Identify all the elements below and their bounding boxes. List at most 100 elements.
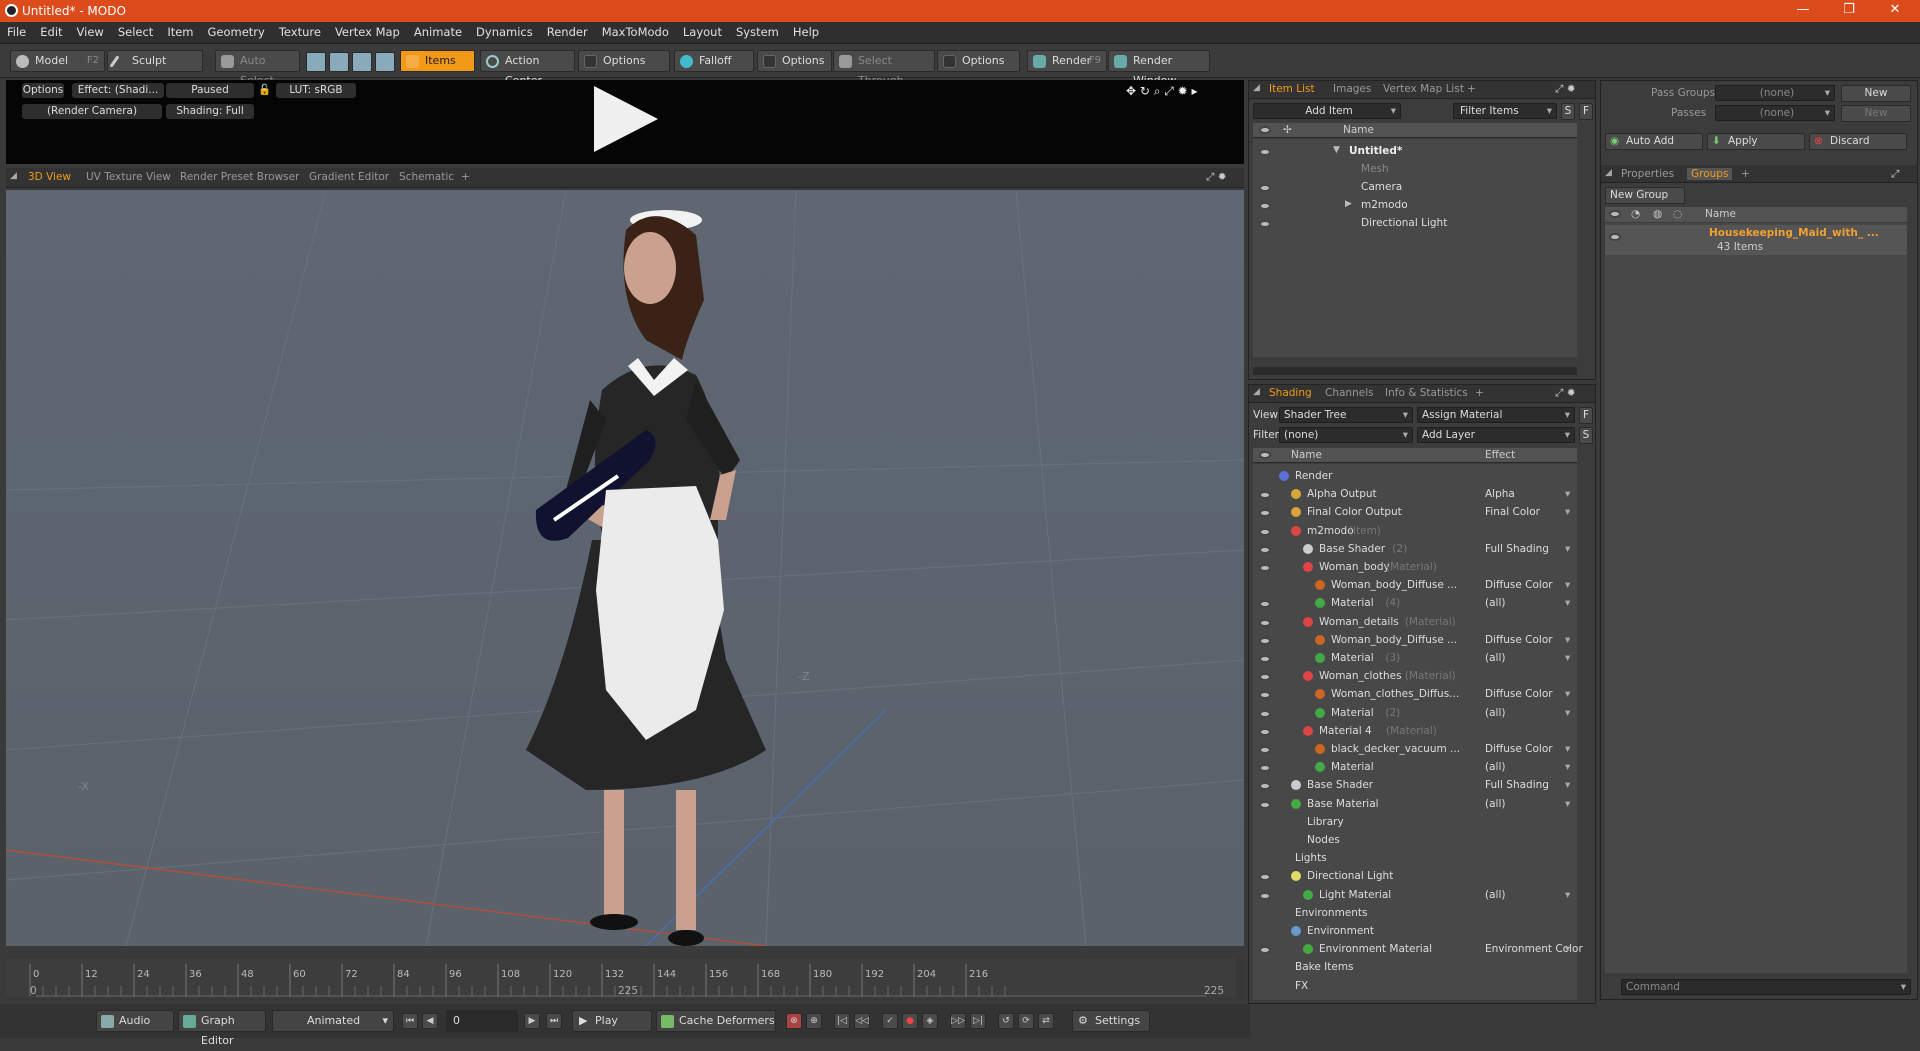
chevron-down-icon[interactable]: ▾ (1565, 543, 1570, 555)
shader-tree-row[interactable]: Bake Items (1253, 959, 1577, 977)
panel-expand-icon[interactable]: ⤢ ✹ (1555, 387, 1576, 400)
play-icon[interactable] (594, 86, 658, 152)
layer-effect[interactable]: Full Shading (1485, 543, 1573, 555)
tab-channels[interactable]: Channels (1325, 387, 1374, 399)
menu-system[interactable]: System (729, 22, 786, 42)
layer-effect[interactable]: (all) (1485, 597, 1573, 609)
shader-tree-row[interactable]: Nodes (1253, 832, 1577, 850)
tab-menu-icon[interactable]: ◢ (10, 171, 17, 181)
menu-vertex-map[interactable]: Vertex Map (328, 22, 407, 42)
shader-tree-row[interactable]: Material 4 (Material) (1253, 723, 1577, 741)
visibility-eye-icon[interactable] (1259, 618, 1271, 627)
preview-effect[interactable]: Effect: (Shadi... (72, 83, 164, 98)
menu-maxtomodo[interactable]: MaxToModo (595, 22, 676, 42)
auto-key-icon[interactable]: ✓ (882, 1013, 898, 1029)
shading-f-button[interactable]: F (1579, 407, 1593, 424)
visibility-eye-icon[interactable] (1259, 746, 1271, 754)
visibility-eye-icon[interactable] (1259, 636, 1271, 645)
filter-dropdown[interactable]: (none) (1279, 427, 1413, 443)
shader-tree-row[interactable]: Material (all) ▾ (1253, 759, 1577, 777)
go-to-start-icon[interactable]: ⏮ (402, 1013, 418, 1029)
next-key-icon[interactable]: ▶ (524, 1013, 540, 1029)
preview-paused[interactable]: Paused (166, 83, 254, 98)
shader-tree-row[interactable]: Base Material (all) ▾ (1253, 796, 1577, 814)
panel-menu-icon[interactable]: ◢ (1605, 168, 1612, 178)
add-layer-dropdown[interactable]: Add Layer (1417, 427, 1575, 443)
shader-tree-row[interactable]: Base Shader Full Shading ▾ (1253, 777, 1577, 795)
tab-groups[interactable]: Groups (1687, 168, 1733, 180)
key-all-icon[interactable]: ◈ (922, 1013, 938, 1029)
chevron-down-icon[interactable]: ▾ (1565, 889, 1570, 901)
item-list-s-button[interactable]: S (1561, 103, 1575, 120)
next-key2-icon[interactable]: ▷▷ (950, 1013, 966, 1029)
expand-arrow-icon[interactable]: ▶ (1345, 199, 1352, 209)
panel-menu-icon[interactable]: ◢ (1253, 387, 1260, 397)
model-mode-button[interactable]: Model F2 (10, 50, 105, 72)
chevron-down-icon[interactable]: ▾ (1565, 597, 1570, 609)
falloff-button[interactable]: Falloff (674, 50, 754, 72)
menu-file[interactable]: File (0, 22, 33, 42)
layer-effect[interactable]: (all) (1485, 707, 1573, 719)
shader-tree-row[interactable]: Environment (1253, 923, 1577, 941)
viewport-expand-icon[interactable]: ⤢ ✹ (1206, 171, 1227, 184)
menu-layout[interactable]: Layout (676, 22, 729, 42)
menu-view[interactable]: View (70, 22, 111, 42)
shader-tree-row[interactable]: FX (1253, 978, 1577, 996)
tab-images[interactable]: Images (1333, 83, 1371, 95)
menu-item[interactable]: Item (160, 22, 200, 42)
render-button[interactable]: Render F9 (1027, 50, 1107, 72)
minimize-button[interactable]: — (1780, 2, 1826, 17)
tab-add[interactable]: + (1741, 168, 1750, 180)
go-to-end-icon[interactable]: ⏭ (546, 1013, 562, 1029)
layer-effect[interactable]: Final Color (1485, 506, 1573, 518)
timeline[interactable]: 0 12 24 36 48 60 72 84 96 108 120 132 144 156 168 180 19… (6, 956, 1244, 1000)
chevron-down-icon[interactable]: ▾ (1565, 634, 1570, 646)
cache-deformers-button[interactable]: Cache Deformers (656, 1010, 776, 1032)
auto-select-button[interactable]: Auto Select (215, 50, 300, 87)
shader-tree-row[interactable]: Woman_body_Diffuse ... Diffuse Color ▾ (1253, 632, 1577, 650)
panel-menu-icon[interactable]: ◢ (1253, 83, 1260, 93)
layer-effect[interactable]: Full Shading (1485, 779, 1573, 791)
settings-button[interactable]: ⚙ Settings (1072, 1010, 1150, 1032)
chevron-down-icon[interactable]: ▾ (1565, 707, 1570, 719)
visibility-eye-icon[interactable] (1259, 202, 1271, 210)
visibility-eye-icon[interactable] (1259, 873, 1271, 882)
item-list-scrollbar[interactable] (1253, 367, 1577, 375)
tab-add[interactable]: + (461, 171, 470, 183)
visibility-eye-icon[interactable] (1259, 527, 1271, 536)
edges-mode-icon[interactable] (329, 52, 349, 72)
select-options-button[interactable]: Options (937, 50, 1020, 72)
tab-vertex-map-list[interactable]: Vertex Map List (1383, 83, 1464, 95)
menu-geometry[interactable]: Geometry (201, 22, 272, 42)
sync-icon[interactable]: ⟳ (1018, 1013, 1034, 1029)
expand-arrow-icon[interactable]: ▼ (1333, 145, 1340, 155)
shader-tree-row[interactable]: Library (1253, 814, 1577, 832)
select-through-button[interactable]: Select Through (833, 50, 935, 87)
shader-tree-row[interactable]: Woman_details (Material) (1253, 614, 1577, 632)
layer-effect[interactable]: (all) (1485, 652, 1573, 664)
layer-effect[interactable]: Environment Color (1485, 943, 1583, 955)
shader-tree-row[interactable]: Lights (1253, 850, 1577, 868)
group-visibility-icon[interactable] (1609, 233, 1621, 241)
item-list-row[interactable]: Directional Light (1253, 215, 1577, 233)
audio-button[interactable]: Audio (96, 1010, 174, 1032)
menu-edit[interactable]: Edit (33, 22, 69, 42)
menu-texture[interactable]: Texture (272, 22, 328, 42)
shader-tree-row[interactable]: Environment Material Environment Color ▾ (1253, 941, 1583, 959)
visibility-eye-icon[interactable] (1259, 891, 1271, 900)
passes-dropdown[interactable]: (none) (1715, 105, 1835, 121)
visibility-eye-icon[interactable] (1259, 800, 1271, 809)
action-center-options-button[interactable]: Options (578, 50, 670, 72)
visibility-eye-icon[interactable] (1259, 148, 1271, 156)
panel-expand-icon[interactable]: ⤢ (1891, 168, 1899, 181)
record-key-icon[interactable]: ⊗ (786, 1013, 802, 1029)
chevron-down-icon[interactable]: ▾ (1565, 761, 1570, 773)
chevron-down-icon[interactable]: ▾ (1565, 743, 1570, 755)
layer-effect[interactable]: Diffuse Color (1485, 579, 1573, 591)
shader-tree-dropdown[interactable]: Shader Tree (1279, 407, 1413, 423)
materials-mode-icon[interactable] (375, 52, 395, 72)
play-button[interactable]: ▶ Play (572, 1010, 652, 1032)
loop-icon[interactable]: ↺ (998, 1013, 1014, 1029)
3d-viewport[interactable]: -Z -X (6, 190, 1244, 946)
chevron-down-icon[interactable]: ▾ (1565, 688, 1570, 700)
